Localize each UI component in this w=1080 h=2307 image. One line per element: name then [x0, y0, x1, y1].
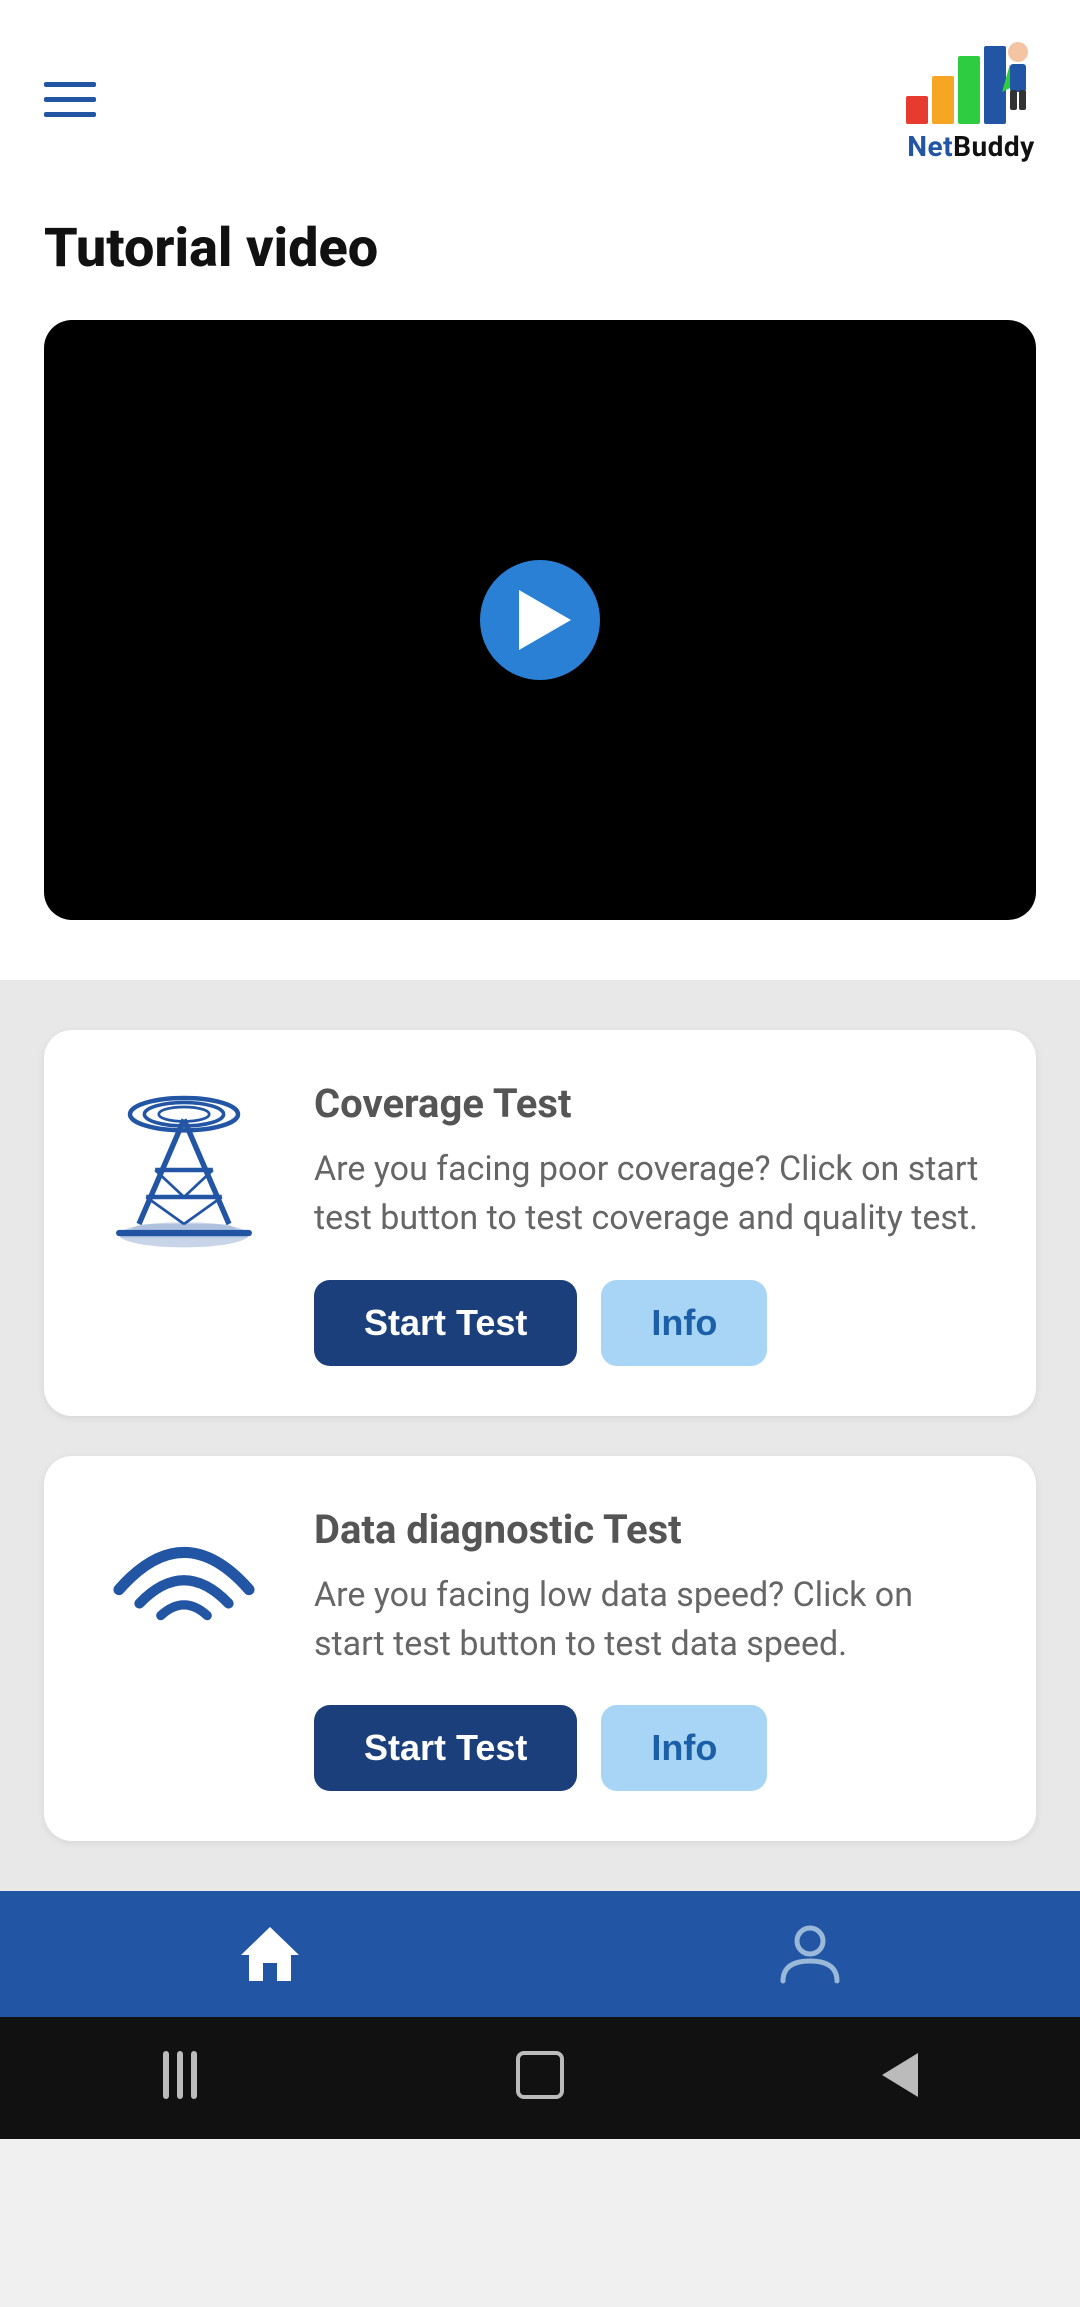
logo-graphic	[906, 36, 1036, 126]
recents-button[interactable]	[152, 2047, 208, 2103]
hamburger-menu-button[interactable]	[44, 82, 96, 117]
home-system-icon	[516, 2051, 564, 2099]
coverage-card-buttons: Start Test Info	[314, 1280, 986, 1366]
logo-text: NetBuddy	[907, 130, 1035, 163]
recents-icon	[163, 2051, 197, 2099]
header: NetBuddy	[0, 0, 1080, 187]
app-logo: NetBuddy	[906, 36, 1036, 163]
cards-section: Coverage Test Are you facing poor covera…	[0, 980, 1080, 1891]
data-diagnostic-card-description: Are you facing low data speed? Click on …	[314, 1571, 986, 1670]
coverage-card-content: Coverage Test Are you facing poor covera…	[314, 1080, 986, 1366]
coverage-info-button[interactable]: Info	[601, 1280, 767, 1366]
coverage-icon-area	[94, 1080, 274, 1260]
wifi-icon	[104, 1506, 264, 1636]
data-diagnostic-card-buttons: Start Test Info	[314, 1705, 986, 1791]
play-icon	[519, 590, 571, 650]
play-button[interactable]	[480, 560, 600, 680]
back-icon	[882, 2053, 918, 2097]
data-icon-area	[94, 1506, 274, 1636]
data-diagnostic-card: Data diagnostic Test Are you facing low …	[44, 1456, 1036, 1842]
data-diagnostic-card-content: Data diagnostic Test Are you facing low …	[314, 1506, 986, 1792]
tower-icon	[104, 1080, 264, 1260]
back-button[interactable]	[872, 2047, 928, 2103]
video-player[interactable]	[44, 320, 1036, 920]
profile-icon	[775, 1919, 845, 1989]
coverage-card-description: Are you facing poor coverage? Click on s…	[314, 1145, 986, 1244]
coverage-start-test-button[interactable]: Start Test	[314, 1280, 577, 1366]
coverage-test-card: Coverage Test Are you facing poor covera…	[44, 1030, 1036, 1416]
coverage-card-title: Coverage Test	[314, 1080, 986, 1127]
page-title-section: Tutorial video	[0, 187, 1080, 320]
home-icon	[235, 1919, 305, 1989]
data-diagnostic-card-title: Data diagnostic Test	[314, 1506, 986, 1553]
page-title: Tutorial video	[44, 217, 1036, 280]
nav-profile-button[interactable]	[775, 1919, 845, 1989]
data-info-button[interactable]: Info	[601, 1705, 767, 1791]
system-navigation-bar	[0, 2017, 1080, 2139]
nav-home-button[interactable]	[235, 1919, 305, 1989]
bottom-navigation	[0, 1891, 1080, 2017]
video-section	[0, 320, 1080, 980]
data-start-test-button[interactable]: Start Test	[314, 1705, 577, 1791]
home-system-button[interactable]	[512, 2047, 568, 2103]
